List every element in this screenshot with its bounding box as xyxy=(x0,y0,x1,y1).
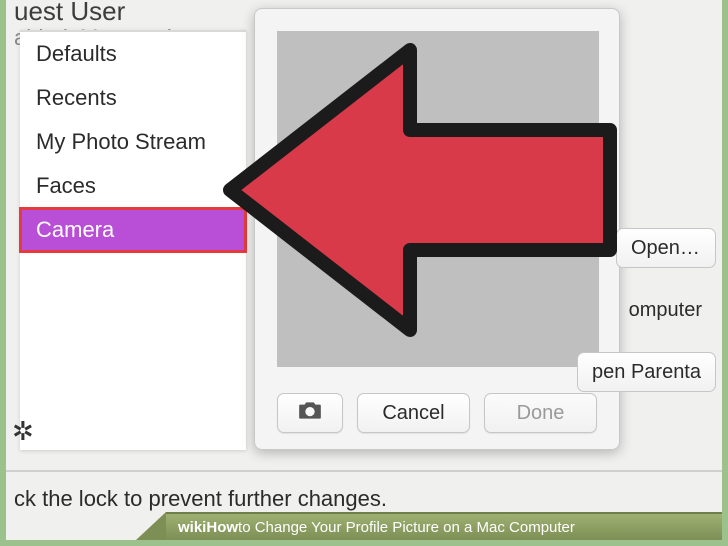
cancel-button[interactable]: Cancel xyxy=(357,393,470,433)
sidebar-item-camera[interactable]: Camera xyxy=(20,208,246,252)
text-fragment: omputer xyxy=(629,299,702,322)
sidebar-item-label: Recents xyxy=(36,85,117,110)
sidebar-item-faces[interactable]: Faces xyxy=(20,164,246,208)
caption-prefix: How xyxy=(206,519,238,536)
gear-icon[interactable]: ✲ xyxy=(12,416,34,447)
sidebar-item-label: Faces xyxy=(36,173,96,198)
button-label: Open… xyxy=(631,237,700,260)
sidebar-item-defaults[interactable]: Defaults xyxy=(20,32,246,76)
caption-wedge xyxy=(136,512,166,540)
wikihow-caption: wikiHow to Change Your Profile Picture o… xyxy=(166,512,722,540)
sidebar-item-label: Camera xyxy=(36,217,114,242)
lock-hint-text: ck the lock to prevent further changes. xyxy=(14,486,387,512)
take-photo-button[interactable] xyxy=(277,393,343,433)
button-label: pen Parenta xyxy=(592,361,701,384)
open-button-fragment[interactable]: Open… xyxy=(616,228,716,268)
button-label: Cancel xyxy=(382,402,444,425)
button-label: Done xyxy=(517,402,565,425)
sidebar-item-photo-stream[interactable]: My Photo Stream xyxy=(20,120,246,164)
sidebar-item-recents[interactable]: Recents xyxy=(20,76,246,120)
popover-button-row: Cancel Done xyxy=(277,393,597,433)
picture-source-sidebar: Defaults Recents My Photo Stream Faces C… xyxy=(20,30,246,450)
camera-preview xyxy=(277,31,599,367)
done-button[interactable]: Done xyxy=(484,393,597,433)
picture-picker-popover: Cancel Done xyxy=(254,8,620,450)
parental-button-fragment[interactable]: pen Parenta xyxy=(577,352,716,392)
caption-text: to Change Your Profile Picture on a Mac … xyxy=(238,519,575,536)
sidebar-item-label: My Photo Stream xyxy=(36,129,206,154)
camera-icon xyxy=(297,400,323,426)
caption-brand: wiki xyxy=(178,519,206,536)
divider xyxy=(6,470,722,472)
sidebar-item-label: Defaults xyxy=(36,41,117,66)
user-name-fragment: uest User xyxy=(14,0,204,27)
screenshot-frame: uest User abled, Managed Defaults Recent… xyxy=(0,0,728,546)
computer-text-fragment: omputer xyxy=(615,290,716,330)
